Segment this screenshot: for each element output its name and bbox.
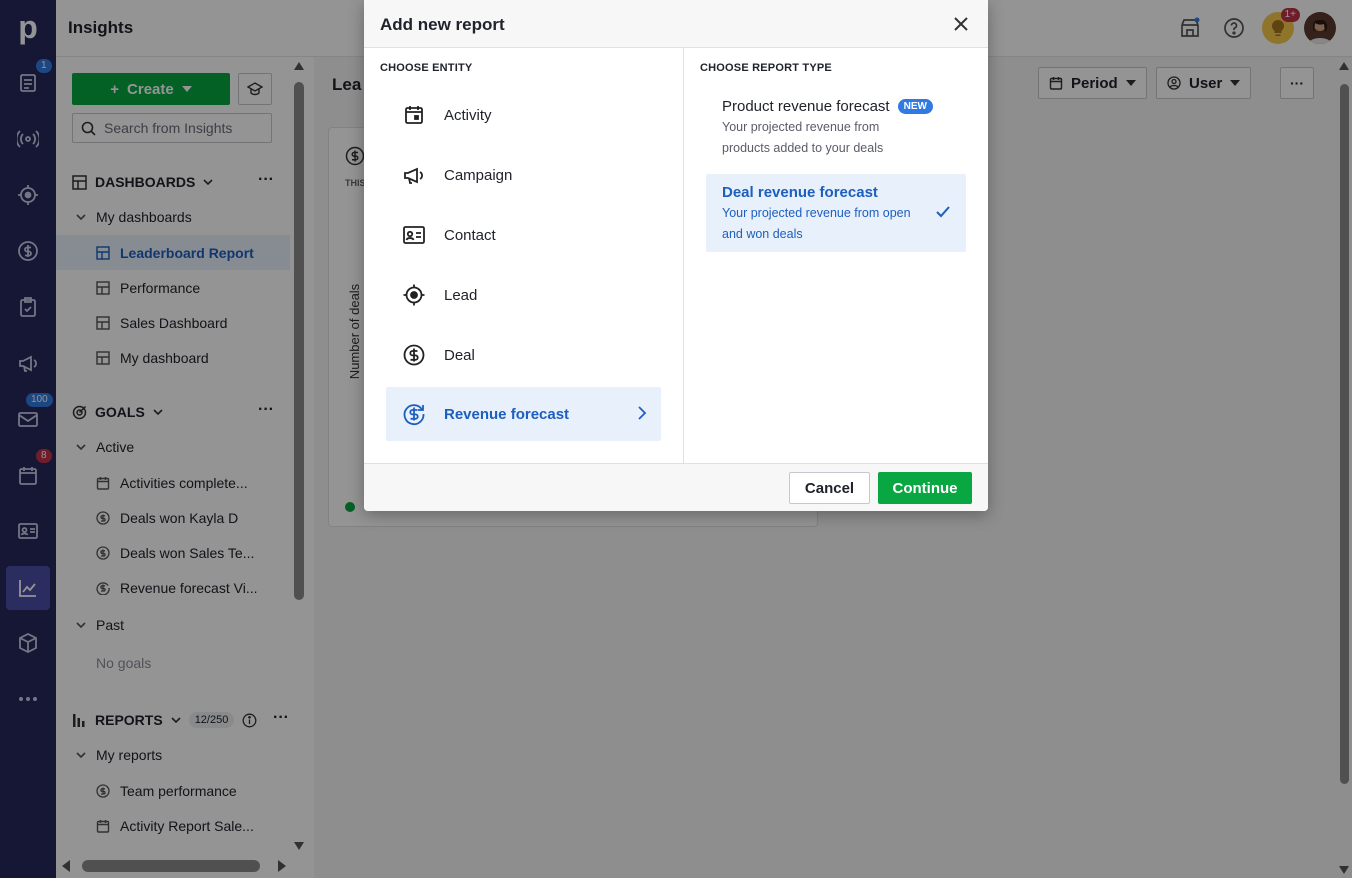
checkmark-icon <box>936 206 950 218</box>
dollar-icon <box>403 344 425 366</box>
cancel-button[interactable]: Cancel <box>789 472 870 504</box>
report-type-description: Your projected revenue from open and won… <box>722 206 911 241</box>
modal-footer: Cancel Continue <box>364 463 988 511</box>
report-type-title: Deal revenue forecast <box>722 184 878 201</box>
entity-option-revenue-forecast[interactable]: Revenue forecast <box>386 387 661 441</box>
entity-option-deal[interactable]: Deal <box>386 328 661 382</box>
entity-column-title: CHOOSE ENTITY <box>380 62 473 74</box>
report-type-title: Product revenue forecast <box>722 98 890 115</box>
report-type-description: Your projected revenue from products add… <box>722 120 884 155</box>
entity-column: CHOOSE ENTITY Activity Campaign Contact … <box>364 48 684 463</box>
entity-label: Deal <box>444 346 475 364</box>
entity-label: Contact <box>444 226 496 244</box>
entity-option-lead[interactable]: Lead <box>386 268 661 322</box>
new-badge: NEW <box>897 99 933 114</box>
report-type-product-revenue-forecast[interactable]: Product revenue forecast NEW Your projec… <box>706 88 966 169</box>
calendar-icon <box>405 106 423 124</box>
modal-header: Add new report <box>364 0 988 48</box>
modal-title: Add new report <box>380 15 505 34</box>
report-type-column-title: CHOOSE REPORT TYPE <box>700 62 832 74</box>
entity-label: Activity <box>444 106 492 124</box>
revenue-forecast-icon <box>403 404 425 426</box>
entity-label: Revenue forecast <box>444 405 570 423</box>
close-icon[interactable] <box>952 15 970 33</box>
report-type-deal-revenue-forecast[interactable]: Deal revenue forecast Your projected rev… <box>706 174 966 252</box>
entity-option-activity[interactable]: Activity <box>386 88 661 142</box>
chevron-right-icon <box>638 406 647 420</box>
entity-option-campaign[interactable]: Campaign <box>386 148 661 202</box>
target-icon <box>403 284 425 306</box>
megaphone-icon <box>404 167 423 184</box>
entity-label: Lead <box>444 286 478 304</box>
contact-card-icon <box>403 226 425 244</box>
add-report-modal: Add new report CHOOSE ENTITY Activity Ca… <box>364 0 988 511</box>
continue-button[interactable]: Continue <box>878 472 972 504</box>
entity-label: Campaign <box>444 166 513 184</box>
entity-option-contact[interactable]: Contact <box>386 208 661 262</box>
report-type-column: CHOOSE REPORT TYPE Product revenue forec… <box>684 48 988 463</box>
